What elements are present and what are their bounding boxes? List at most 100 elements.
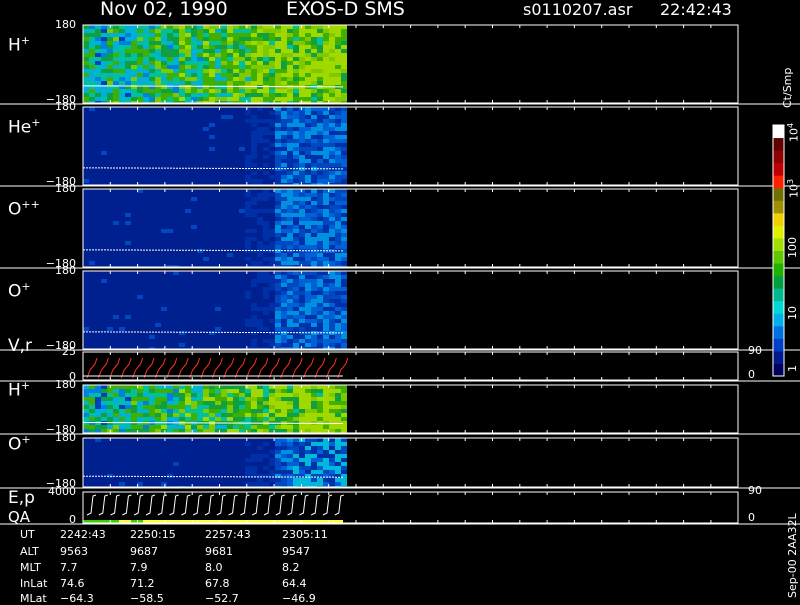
y-max-ep: 4000	[16, 485, 76, 498]
colorbar-tick-0: 104	[786, 123, 800, 142]
colorbar-tick-base: 10	[788, 128, 800, 142]
right-min-vr: 0	[748, 368, 755, 381]
velocity-trace-2	[110, 358, 120, 378]
y-max-hplus2: 180	[16, 378, 76, 391]
colorbar-title: Ct/Smp	[781, 68, 794, 108]
energy-trace-19	[311, 495, 320, 515]
velocity-trace-11	[212, 358, 222, 378]
colorbar-cell-4	[773, 313, 784, 326]
energy-trace-2	[111, 495, 120, 515]
header-instrument: EXOS-D SMS	[286, 0, 405, 20]
ephemeris-cell: 8.0	[205, 561, 223, 574]
colorbar-tick-2: 100	[786, 237, 799, 258]
velocity-trace-20	[315, 358, 325, 378]
panel-label-sup: +	[31, 116, 40, 129]
ephemeris-cell: 9563	[60, 545, 88, 558]
panel-label-sup: +	[21, 280, 30, 293]
colorbar-cell-19	[773, 125, 784, 138]
colorbar-cell-12	[773, 213, 784, 226]
ephemeris-cell: 67.8	[205, 577, 230, 590]
side-id: Sep-00 2AA32L	[786, 513, 799, 598]
energy-trace-15	[264, 495, 273, 515]
ephemeris-cell: −58.5	[130, 592, 164, 605]
panel-label-text: He	[8, 118, 31, 138]
colorbar-cell-1	[773, 351, 784, 364]
energy-trace-20	[323, 495, 332, 515]
ephemeris-cell: 2242:43	[60, 528, 106, 541]
energy-trace-0	[87, 495, 96, 515]
ephemeris-label-mlat: MLat	[20, 592, 47, 605]
colorbar-cell-8	[773, 263, 784, 276]
ephemeris-cell: 9547	[282, 545, 310, 558]
energy-trace-9	[193, 495, 202, 515]
y-max-oplus2: 180	[16, 431, 76, 444]
velocity-trace-9	[190, 358, 200, 378]
ephemeris-cell: 8.2	[282, 561, 300, 574]
colorbar-cell-6	[773, 288, 784, 301]
panel-label-heplus: He+	[8, 116, 40, 138]
ephemeris-label-inlat: InLat	[20, 577, 47, 590]
colorbar-cell-3	[773, 326, 784, 339]
ephemeris-cell: −52.7	[205, 592, 239, 605]
ephemeris-cell: 64.4	[282, 577, 307, 590]
velocity-trace-15	[258, 358, 268, 378]
colorbar-tick-exp: 4	[786, 123, 795, 128]
colorbar-tick-exp: 3	[786, 179, 795, 184]
colorbar-tick-base: 10	[788, 184, 800, 198]
colorbar-cell-11	[773, 225, 784, 238]
velocity-trace-17	[281, 358, 291, 378]
panel-label-oplus1: O+	[8, 280, 31, 302]
ephemeris-cell: 9687	[130, 545, 158, 558]
panel-label-text: H	[8, 36, 21, 56]
ephemeris-cell: 9681	[205, 545, 233, 558]
energy-trace-11	[217, 495, 226, 515]
energy-trace-17	[288, 495, 297, 515]
colorbar-cell-5	[773, 301, 784, 314]
panel-label-hplus1: H+	[8, 34, 30, 56]
y-min-ep: 0	[16, 513, 76, 526]
energy-trace-5	[146, 495, 155, 515]
velocity-trace-6	[155, 358, 165, 378]
ephemeris-cell: 71.2	[130, 577, 155, 590]
energy-trace-7	[170, 495, 179, 515]
right-max-ep: 90	[748, 484, 762, 497]
velocity-trace-7	[167, 358, 177, 378]
header-date: Nov 02, 1990	[100, 0, 228, 20]
colorbar-tick-base: 10	[786, 306, 799, 320]
velocity-trace-1	[98, 358, 108, 378]
energy-trace-10	[205, 495, 214, 515]
energy-trace-16	[276, 495, 285, 515]
velocity-trace-19	[304, 358, 314, 378]
y-max-heplus: 180	[16, 100, 76, 113]
colorbar-cell-7	[773, 276, 784, 289]
right-max-vr: 90	[748, 344, 762, 357]
velocity-trace-22	[338, 358, 348, 378]
energy-trace-21	[335, 495, 344, 515]
velocity-trace-10	[201, 358, 211, 378]
colorbar-cell-15	[773, 175, 784, 188]
velocity-trace-21	[326, 358, 336, 378]
colorbar-cell-0	[773, 363, 784, 376]
y-max-oplus1: 180	[16, 264, 76, 277]
colorbar-tick-4: 1	[786, 365, 799, 372]
colorbar-tick-1: 103	[786, 179, 800, 198]
colorbar-tick-base: 1	[786, 365, 799, 372]
colorbar-tick-base: 100	[786, 237, 799, 258]
velocity-trace-16	[269, 358, 279, 378]
ephemeris-cell: 74.6	[60, 577, 85, 590]
colorbar-cell-18	[773, 138, 784, 151]
ephemeris-cell: 7.9	[130, 561, 148, 574]
energy-trace-3	[122, 495, 131, 515]
velocity-trace-4	[133, 358, 143, 378]
energy-trace-18	[299, 495, 308, 515]
ephemeris-cell: −64.3	[60, 592, 94, 605]
ephemeris-label-ut: UT	[20, 528, 35, 541]
colorbar-cell-13	[773, 200, 784, 213]
colorbar-cell-17	[773, 150, 784, 163]
velocity-trace-5	[144, 358, 154, 378]
panel-label-sup: +	[21, 34, 30, 47]
velocity-trace-12	[224, 358, 234, 378]
colorbar-cell-9	[773, 251, 784, 264]
colorbar-cell-2	[773, 338, 784, 351]
colorbar-cell-16	[773, 163, 784, 176]
